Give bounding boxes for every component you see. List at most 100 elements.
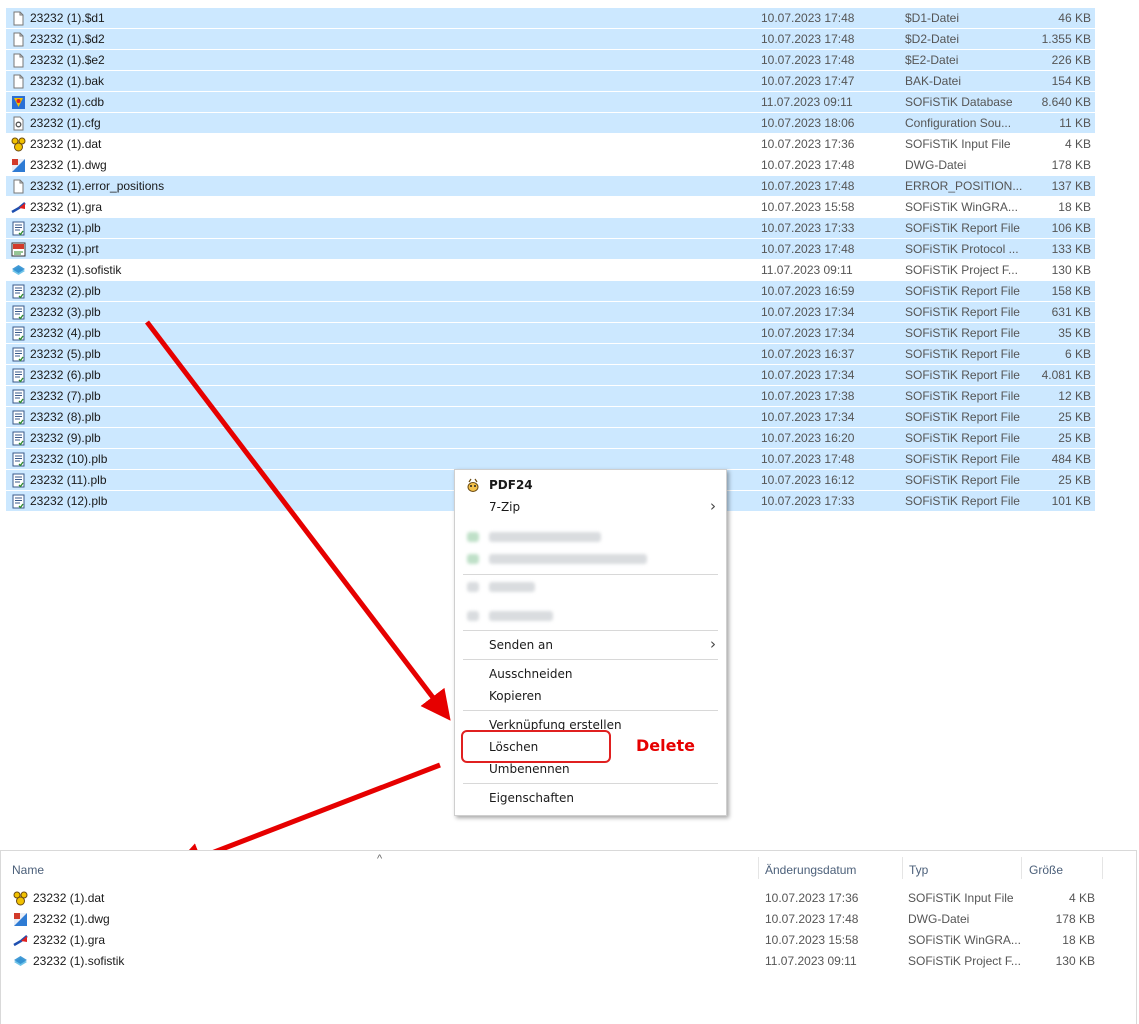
file-row[interactable]: 23232 (1).dat 10.07.2023 17:36 SOFiSTiK In… [6,134,1095,155]
file-type: SOFiSTiK Project F... [905,263,1018,277]
file-type: $D1-Datei [905,11,960,25]
file-date: 10.07.2023 17:36 [761,137,855,151]
blurred-menu-item [489,582,535,592]
file-type: Configuration Sou... [905,116,1012,130]
file-row[interactable]: 23232 (5).plb 10.07.2023 16:37 SOFiSTiK Re… [6,344,1095,365]
file-row[interactable]: 23232 (10).plb 10.07.2023 17:48 SOFiSTiK R… [6,449,1095,470]
file-date: 10.07.2023 17:34 [761,326,855,340]
result-file-row[interactable]: 23232 (1).gra 10.07.2023 15:58 SOFiSTiK Wi… [11,930,1096,951]
column-divider[interactable] [1021,857,1022,879]
blurred-menu-item [489,554,647,564]
menu-separator [463,574,718,575]
file-size: 18 KB [1058,200,1091,214]
sofistik-input-icon [13,891,28,906]
file-size: 178 KB [1055,912,1095,926]
file-name: 23232 (1).sofistik [30,263,122,277]
file-name: 23232 (1).dat [30,137,102,151]
file-row[interactable]: 23232 (1).gra 10.07.2023 15:58 SOFiSTiK Wi… [6,197,1095,218]
report-file-icon [11,368,26,383]
file-name: 23232 (8).plb [30,410,101,424]
menu-item-7zip[interactable]: 7-Zip [489,500,520,514]
sofistik-database-icon [11,95,26,110]
file-date: 10.07.2023 15:58 [765,933,859,947]
file-size: 25 KB [1058,431,1091,445]
result-file-row[interactable]: 23232 (1).dwg 10.07.2023 17:48 DWG-Datei 17… [11,909,1096,930]
file-type: SOFiSTiK Input File [908,891,1014,905]
file-size: 12 KB [1058,389,1091,403]
column-header-date[interactable]: Änderungsdatum [765,863,856,877]
file-date: 10.07.2023 17:33 [761,494,855,508]
wingraf-icon [13,933,28,948]
file-size: 158 KB [1051,284,1091,298]
delete-annotation-label: Delete [612,736,722,758]
report-file-icon [11,221,26,236]
file-row[interactable]: 23232 (1).bak 10.07.2023 17:47 BAK-Datei 15… [6,71,1095,92]
file-size: 6 KB [1064,347,1091,361]
blurred-menu-item [489,532,601,542]
column-divider[interactable] [902,857,903,879]
sofistik-project-icon [13,954,28,969]
file-row[interactable]: 23232 (4).plb 10.07.2023 17:34 SOFiSTiK Re… [6,323,1095,344]
file-row[interactable]: 23232 (1).cfg 10.07.2023 18:06 Configurati… [6,113,1095,134]
generic-file-icon [11,179,26,194]
file-date: 10.07.2023 17:34 [761,368,855,382]
file-row[interactable]: 23232 (1).$d2 10.07.2023 17:48 $D2-Datei 1.… [6,29,1095,50]
file-size: 226 KB [1051,53,1091,67]
file-date: 11.07.2023 09:11 [765,954,857,968]
file-row[interactable]: 23232 (1).cdb 11.07.2023 09:11 SOFiSTiK Da… [6,92,1095,113]
file-row[interactable]: 23232 (2).plb 10.07.2023 16:59 SOFiSTiK Re… [6,281,1095,302]
file-date: 10.07.2023 17:48 [765,912,859,926]
file-type: SOFiSTiK Report File [905,389,1020,403]
menu-item-rename[interactable]: Umbenennen [489,762,570,776]
file-row[interactable]: 23232 (1).$e2 10.07.2023 17:48 $E2-Datei 22… [6,50,1095,71]
file-row[interactable]: 23232 (9).plb 10.07.2023 16:20 SOFiSTiK Re… [6,428,1095,449]
file-size: 46 KB [1058,11,1091,25]
file-type: SOFiSTiK Report File [905,494,1020,508]
file-row[interactable]: 23232 (8).plb 10.07.2023 17:34 SOFiSTiK Re… [6,407,1095,428]
sort-chevron-icon[interactable]: ^ [377,853,382,865]
menu-item-send-to[interactable]: Senden an [489,638,553,652]
file-row[interactable]: 23232 (1).plb 10.07.2023 17:33 SOFiSTiK Re… [6,218,1095,239]
file-name: 23232 (7).plb [30,389,101,403]
column-header-size[interactable]: Größe [1029,863,1063,877]
menu-item-pdf24[interactable]: PDF24 [467,478,533,492]
file-row[interactable]: 23232 (1).dwg 10.07.2023 17:48 DWG-Datei 17… [6,155,1095,176]
file-row[interactable]: 23232 (1).error_positions 10.07.2023 17:4… [6,176,1095,197]
file-type: SOFiSTiK Report File [905,284,1020,298]
file-row[interactable]: 23232 (1).sofistik 11.07.2023 09:11 SOFiST… [6,260,1095,281]
file-row[interactable]: 23232 (3).plb 10.07.2023 17:34 SOFiSTiK Re… [6,302,1095,323]
menu-item-copy[interactable]: Kopieren [489,689,542,703]
file-row[interactable]: 23232 (1).prt 10.07.2023 17:48 SOFiSTiK Pr… [6,239,1095,260]
file-size: 133 KB [1051,242,1091,256]
column-divider[interactable] [1102,857,1103,879]
blurred-menu-item [489,611,553,621]
blurred-icon [467,554,479,564]
file-size: 130 KB [1055,954,1095,968]
column-divider[interactable] [758,857,759,879]
file-date: 10.07.2023 17:47 [761,74,855,88]
report-file-icon [11,473,26,488]
file-name: 23232 (3).plb [30,305,101,319]
result-file-row[interactable]: 23232 (1).sofistik 11.07.2023 09:11 SOFiST… [11,951,1096,972]
file-size: 11 KB [1059,116,1091,130]
blurred-icon [467,532,479,542]
column-header-type[interactable]: Typ [909,863,928,877]
column-header-name[interactable]: Name [12,863,44,877]
file-name: 23232 (11).plb [30,473,107,487]
result-file-row[interactable]: 23232 (1).dat 10.07.2023 17:36 SOFiSTiK In… [11,888,1096,909]
menu-item-properties[interactable]: Eigenschaften [489,791,574,805]
file-name: 23232 (1).$d1 [30,11,105,25]
file-type: SOFiSTiK Database [905,95,1013,109]
file-type: DWG-Datei [908,912,970,926]
file-size: 106 KB [1051,221,1091,235]
file-row[interactable]: 23232 (1).$d1 10.07.2023 17:48 $D1-Datei 46… [6,8,1095,29]
file-size: 4 KB [1068,891,1095,905]
file-type: SOFiSTiK Report File [905,221,1020,235]
file-row[interactable]: 23232 (7).plb 10.07.2023 17:38 SOFiSTiK Re… [6,386,1095,407]
menu-item-cut[interactable]: Ausschneiden [489,667,572,681]
file-date: 11.07.2023 09:11 [761,95,853,109]
file-name: 23232 (10).plb [30,452,108,466]
file-row[interactable]: 23232 (6).plb 10.07.2023 17:34 SOFiSTiK Re… [6,365,1095,386]
file-name: 23232 (1).cdb [30,95,105,109]
file-type: SOFiSTiK WinGRA... [905,200,1018,214]
